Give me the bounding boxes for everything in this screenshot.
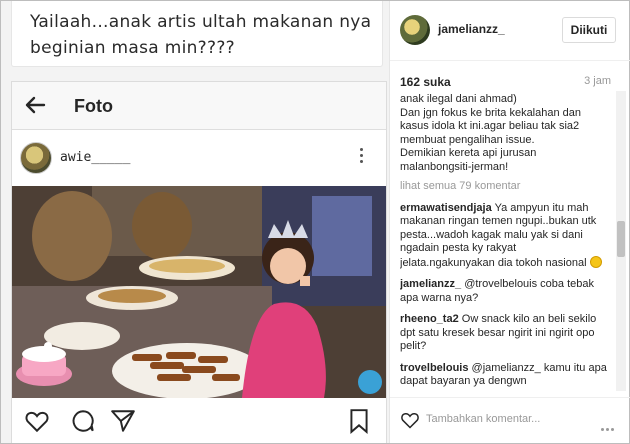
caption-card: Yailaah...anak artis ultah makanan nya b… [11, 1, 383, 67]
add-comment-input[interactable]: Tambahkan komentar... [426, 413, 540, 425]
post-photo [12, 186, 386, 398]
caption-line-1: Yailaah...anak artis ultah makanan nya [30, 12, 372, 32]
comment-username[interactable]: trovelbelouis [400, 362, 468, 374]
phone-screenshot: Foto awie_____ [11, 81, 387, 443]
more-options-icon[interactable] [360, 148, 364, 166]
comment-username[interactable]: jamelianzz_ [400, 278, 461, 290]
comments-list: anak ilegal dani ahmad) Dan jgn fokus ke… [400, 93, 610, 391]
comment-item: rheeno_ta2 Ow snack kilo an beli sekilo … [400, 313, 610, 354]
comment-item: jamelianzz_ @trovelbelouis coba tebak ap… [400, 278, 610, 305]
heart-icon[interactable] [400, 410, 420, 430]
bookmark-icon[interactable] [346, 408, 372, 434]
avatar[interactable] [400, 15, 430, 45]
comment-item: trovelbelouis @jamelianzz_ kamu itu apa … [400, 362, 610, 389]
caption-text: Yailaah...anak artis ultah makanan nya b… [30, 9, 380, 61]
heart-icon[interactable] [24, 408, 50, 434]
caption-line-2: beginian masa min???? [30, 38, 235, 58]
panel-username[interactable]: jamelianzz_ [438, 22, 505, 36]
grinning-face-emoji [589, 255, 602, 268]
comment-item: ermawatisendjaja Ya ampyun itu mah makan… [400, 202, 610, 271]
more-options-icon[interactable] [599, 418, 614, 436]
post-actions-bar [12, 398, 386, 443]
follow-button[interactable]: Diikuti [562, 17, 616, 43]
post-detail-panel: jamelianzz_ Diikuti 162 suka 3 jam anak … [389, 1, 630, 443]
view-all-comments-link[interactable]: lihat semua 79 komentar [400, 180, 610, 194]
like-count[interactable]: 162 suka [400, 75, 451, 89]
panel-header: jamelianzz_ Diikuti [390, 1, 630, 61]
app-bar: Foto [12, 82, 386, 130]
post-image-area: Yailaah...anak artis ultah makanan nya b… [1, 1, 389, 443]
comment-icon[interactable] [70, 408, 96, 434]
post-username[interactable]: awie_____ [60, 150, 130, 165]
panel-footer: Tambahkan komentar... [390, 397, 630, 443]
back-arrow-icon[interactable] [24, 94, 46, 116]
app-bar-title: Foto [74, 96, 113, 116]
post-header: awie_____ [12, 138, 386, 180]
post-avatar[interactable] [20, 142, 52, 174]
caption-body: anak ilegal dani ahmad) Dan jgn fokus ke… [400, 93, 582, 173]
send-icon[interactable] [110, 408, 136, 434]
comment-username[interactable]: ermawatisendjaja [400, 202, 492, 214]
post-time[interactable]: 3 jam [584, 75, 611, 87]
comments-scrollbar-thumb[interactable] [617, 221, 625, 257]
comment-username[interactable]: rheeno_ta2 [400, 313, 459, 325]
